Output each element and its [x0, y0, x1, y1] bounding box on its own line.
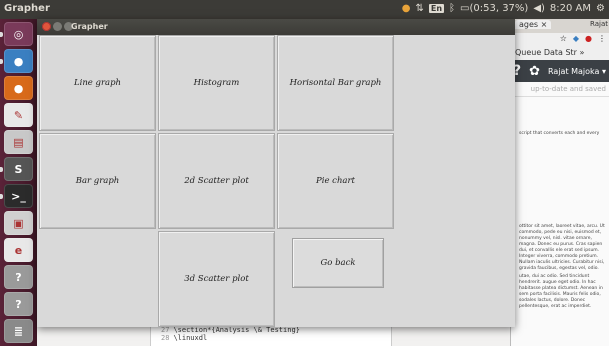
running-indicator [0, 167, 3, 172]
launcher-dash-home-icon[interactable]: ◎ [4, 22, 33, 46]
background-code-editor[interactable]: 27 \section*{Analysis \& Testing} 28 \linu… [150, 326, 392, 346]
launcher-screenshot-icon[interactable]: ▣ [4, 211, 33, 235]
clock[interactable]: 8:20 AM [550, 3, 591, 14]
user-menu[interactable]: Rajat Majoka ▾ [548, 67, 606, 76]
launcher-firefox-icon[interactable]: ● [4, 76, 33, 100]
launcher-text-editor-icon[interactable]: ✎ [4, 103, 33, 127]
bookmark-item[interactable]: Queue Data Str [515, 48, 577, 57]
extension-icon-2[interactable]: ● [585, 34, 592, 47]
tab-close-icon[interactable]: × [541, 20, 548, 29]
launcher-unknown-app-1-icon[interactable]: ? [4, 265, 33, 289]
active-app-name: Grapher [4, 3, 50, 14]
save-status: up-to-date and saved [511, 82, 609, 97]
top-panel: Grapher ● ⇅ En ᛒ ▭(0:53, 37%) ◀) 8:20 AM… [0, 0, 609, 19]
running-indicator [0, 59, 3, 64]
battery-status: (0:53, 37%) [469, 3, 529, 14]
grapher-window: Grapher Line graph Histogram Horisontal … [37, 19, 515, 327]
window-titlebar[interactable]: Grapher [37, 19, 515, 35]
site-header: ? ✿ Rajat Majoka ▾ [511, 60, 609, 82]
browser-user-tag[interactable]: Rajat [590, 20, 608, 28]
code-text: \section*{Analysis \& Testing} [173, 326, 300, 334]
launcher-workspace-switcher-icon[interactable]: ≣ [4, 319, 33, 343]
line-number: 27 [161, 326, 170, 334]
running-indicator [0, 32, 3, 37]
background-browser-window[interactable]: ages × Rajat ☆ ◆ ● ⋮ Queue Data Str » ? … [510, 19, 609, 346]
chromium-tray-icon[interactable]: ● [402, 3, 411, 14]
doc-text-3: utae, dui ac odio. Sed tincidunt hendrer… [519, 274, 603, 309]
launcher-terminal-icon[interactable]: >_ [4, 184, 33, 208]
code-line: 28 \linuxdl [151, 334, 391, 342]
close-window-button[interactable] [42, 22, 51, 31]
window-title: Grapher [71, 22, 108, 31]
launcher: ◎ ● ● ✎ ▤ S >_ ▣ e?? ≣ [0, 19, 37, 346]
launcher-app-e-icon[interactable]: e [4, 238, 33, 262]
running-indicator [0, 194, 3, 199]
volume-icon[interactable]: ◀) [533, 3, 545, 14]
settings-gear-icon[interactable]: ⚙ [596, 3, 605, 14]
launcher-unknown-app-2-icon[interactable]: ? [4, 292, 33, 316]
bar-graph-button[interactable]: Bar graph [39, 133, 156, 229]
bookmarks-more-icon[interactable]: » [580, 48, 585, 57]
minimize-window-button[interactable] [53, 22, 62, 31]
settings-icon[interactable]: ✿ [529, 64, 540, 79]
scatter-3d-button[interactable]: 3d Scatter plot [158, 231, 275, 327]
menu-icon[interactable]: ⋮ [598, 34, 606, 47]
doc-text-2: ottitor sit amet, laoreet vitae, arcu. U… [519, 224, 605, 271]
bluetooth-icon[interactable]: ᛒ [449, 3, 455, 14]
line-number: 28 [161, 334, 170, 342]
pie-chart-button[interactable]: Pie chart [277, 133, 394, 229]
extension-icon-1[interactable]: ◆ [573, 34, 579, 47]
code-line: 27 \section*{Analysis \& Testing} [151, 326, 391, 334]
go-back-button[interactable]: Go back [292, 238, 384, 288]
battery-indicator[interactable]: ▭(0:53, 37%) [460, 3, 528, 14]
histogram-button[interactable]: Histogram [158, 35, 275, 131]
graph-type-grid: Line graph Histogram Horisontal Bar grap… [37, 35, 515, 327]
browser-tabbar: ages × Rajat [511, 19, 609, 33]
horizontal-bar-graph-button[interactable]: Horisontal Bar graph [277, 35, 394, 131]
scatter-2d-button[interactable]: 2d Scatter plot [158, 133, 275, 229]
doc-text-1: script that converts each and every [519, 131, 600, 136]
bookmarks-bar: Queue Data Str » [511, 48, 609, 60]
network-updown-icon[interactable]: ⇅ [415, 3, 423, 14]
line-graph-button[interactable]: Line graph [39, 35, 156, 131]
code-text: \linuxdl [173, 334, 208, 342]
browser-toolbar: ☆ ◆ ● ⋮ [511, 33, 609, 48]
keyboard-layout-indicator[interactable]: En [428, 4, 445, 13]
dropdown-caret-icon: ▾ [601, 66, 606, 76]
system-tray: ● ⇅ En ᛒ ▭(0:53, 37%) ◀) 8:20 AM ⚙ [402, 3, 605, 14]
launcher-chromium-icon[interactable]: ● [4, 49, 33, 73]
launcher-sublime-text-icon[interactable]: S [4, 157, 33, 181]
star-icon[interactable]: ☆ [560, 34, 567, 47]
launcher-files-icon[interactable]: ▤ [4, 130, 33, 154]
browser-tab[interactable]: ages × [515, 20, 552, 29]
browser-tab-label: ages [519, 20, 539, 29]
